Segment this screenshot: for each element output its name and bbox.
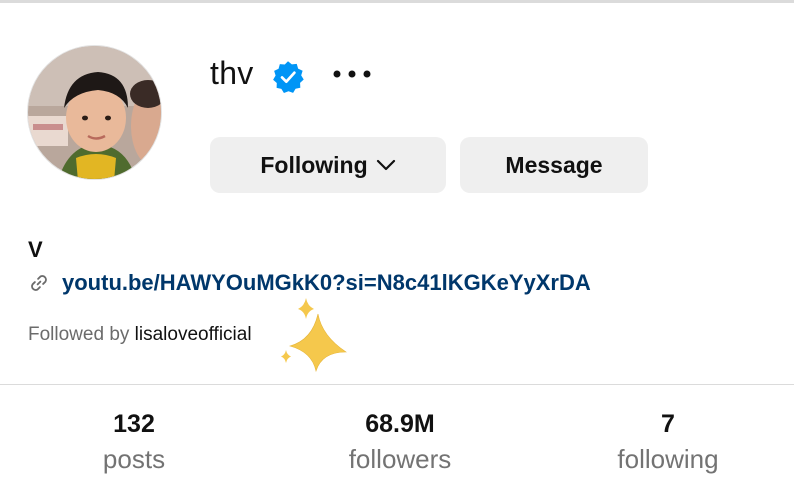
link-icon [31, 275, 47, 291]
sparkles-icon [281, 298, 347, 372]
posts-count: 132 [113, 410, 155, 438]
profile-avatar[interactable] [27, 45, 162, 180]
message-button-label: Message [505, 151, 603, 178]
profile-link-row: youtu.be/HAWYOuMGkK0?si=N8c41lKGKeYyXrDA [28, 268, 591, 298]
following-label: following [617, 444, 719, 474]
profile-username: thv [210, 55, 254, 91]
more-options-icon[interactable] [331, 62, 373, 86]
following-button[interactable]: Following [210, 137, 446, 193]
following-button-label: Following [260, 151, 368, 178]
chevron-down-icon [376, 159, 395, 171]
followed-by-prefix: Followed by [28, 324, 135, 345]
followed-by-user-link[interactable]: lisaloveofficial [135, 324, 252, 345]
following-count: 7 [661, 410, 675, 438]
followers-stat[interactable]: 68.9M followers [300, 406, 500, 476]
message-button[interactable]: Message [460, 137, 648, 193]
posts-stat[interactable]: 132 posts [34, 406, 234, 476]
verified-badge-icon [273, 61, 304, 93]
following-stat[interactable]: 7 following [568, 406, 768, 476]
top-border [0, 0, 794, 3]
stats-divider [0, 384, 794, 385]
followers-label: followers [348, 444, 452, 474]
posts-label: posts [102, 444, 166, 474]
profile-full-name: V [28, 237, 43, 262]
followed-by-text: Followed by lisaloveofficial [28, 322, 252, 348]
followers-count: 68.9M [365, 410, 435, 438]
profile-link[interactable]: youtu.be/HAWYOuMGkK0?si=N8c41lKGKeYyXrDA [62, 270, 591, 296]
